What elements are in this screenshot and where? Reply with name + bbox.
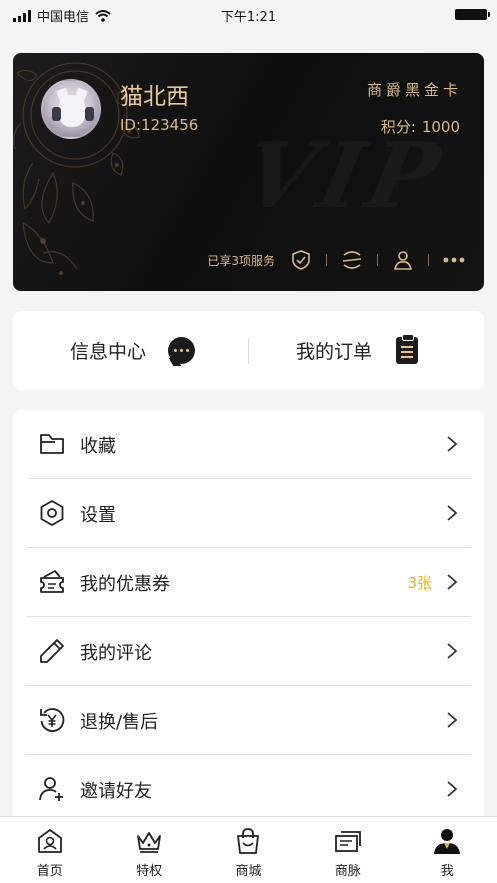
- menu-item-invite[interactable]: 邀请好友: [26, 755, 471, 824]
- profile-icon: [434, 829, 461, 854]
- pencil-icon: [40, 639, 64, 663]
- services-text: 已享3项服务: [207, 253, 275, 268]
- menu-label: 设置: [80, 505, 116, 526]
- tab-label: 商脉: [334, 864, 361, 879]
- tab-me[interactable]: 我: [398, 817, 497, 883]
- tab-label: 首页: [36, 864, 63, 879]
- service-separator: [326, 254, 327, 266]
- status-bar: 中国电信 下午1:21: [0, 0, 497, 28]
- my-orders-label: 我的订单: [296, 341, 373, 363]
- tab-label: 我: [440, 864, 454, 879]
- cards-icon: [334, 831, 361, 852]
- e-logo-icon[interactable]: [340, 248, 364, 272]
- clipboard-icon: [396, 334, 419, 364]
- folder-icon: [40, 434, 64, 454]
- person-icon[interactable]: [391, 248, 415, 272]
- tab-label: 特权: [136, 864, 163, 879]
- shopping-bag-icon: [237, 828, 260, 854]
- coupon-icon: [40, 570, 64, 593]
- yen-refresh-icon: [40, 708, 65, 732]
- tab-bar: 首页 特权 商城 商脉 我: [0, 816, 497, 883]
- menu-item-favorites[interactable]: 收藏: [26, 410, 471, 479]
- menu-list: 收藏 设置 我的优惠券 3张 我的评论 退换/售后 邀请好友: [13, 410, 484, 830]
- menu-item-coupons[interactable]: 我的优惠券 3张: [26, 548, 471, 617]
- quick-actions: 信息中心 我的订单: [13, 311, 484, 390]
- chevron-right-icon: [447, 505, 458, 521]
- points: 积分: 1000: [381, 116, 460, 137]
- points-label: 积分:: [380, 118, 416, 136]
- coupon-count-badge: 3张: [407, 574, 432, 592]
- menu-label: 我的优惠券: [80, 574, 170, 595]
- add-user-icon: [39, 777, 63, 801]
- more-dots-icon[interactable]: [442, 248, 466, 272]
- vip-watermark: VIP: [234, 123, 454, 229]
- service-separator: [377, 254, 378, 266]
- points-value: 1000: [421, 118, 460, 136]
- service-row[interactable]: 已享3项服务: [207, 245, 466, 275]
- message-center-button[interactable]: 信息中心: [70, 311, 196, 390]
- chevron-right-icon: [447, 436, 458, 452]
- battery-icon: [455, 9, 490, 20]
- menu-item-reviews[interactable]: 我的评论: [26, 617, 471, 686]
- menu-label: 邀请好友: [80, 781, 152, 802]
- status-time: 下午1:21: [220, 10, 277, 25]
- crown-icon: [137, 832, 161, 853]
- menu-label: 退换/售后: [80, 712, 159, 733]
- tab-home[interactable]: 首页: [0, 817, 99, 883]
- home-icon: [37, 829, 62, 853]
- chevron-right-icon: [447, 712, 458, 728]
- hexagon-gear-icon: [40, 500, 64, 526]
- service-separator: [428, 254, 429, 266]
- chevron-right-icon: [447, 643, 458, 659]
- vip-card[interactable]: VIP 猫北西 ID:123456 商爵黑金卡 积分: 1000 已享3项服务: [13, 53, 484, 291]
- tab-label: 商城: [235, 864, 262, 879]
- card-type: 商爵黑金卡: [366, 81, 462, 99]
- chat-bubble-icon: [168, 337, 196, 364]
- user-id: ID:123456: [120, 116, 199, 134]
- chevron-right-icon: [447, 781, 458, 797]
- chevron-right-icon: [447, 574, 458, 590]
- divider: [248, 338, 249, 364]
- menu-label: 我的评论: [80, 643, 152, 664]
- menu-label: 收藏: [80, 436, 116, 457]
- tab-network[interactable]: 商脉: [298, 817, 397, 883]
- menu-item-settings[interactable]: 设置: [26, 479, 471, 548]
- tab-privileges[interactable]: 特权: [99, 817, 198, 883]
- menu-item-returns[interactable]: 退换/售后: [26, 686, 471, 755]
- avatar[interactable]: [41, 79, 101, 139]
- username: 猫北西: [120, 84, 189, 110]
- shield-check-icon[interactable]: [289, 248, 313, 272]
- tab-mall[interactable]: 商城: [199, 817, 298, 883]
- my-orders-button[interactable]: 我的订单: [296, 311, 419, 390]
- message-center-label: 信息中心: [70, 341, 147, 363]
